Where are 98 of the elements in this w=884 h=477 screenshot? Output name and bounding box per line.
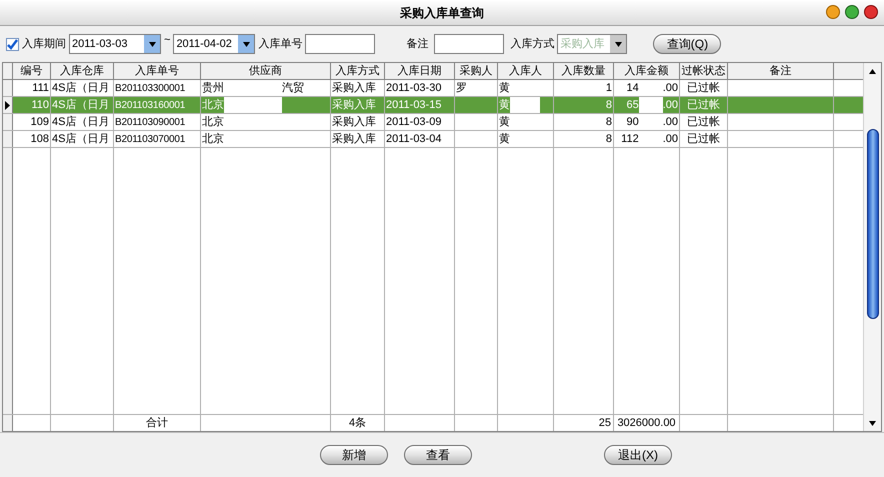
table-cell-text: .00 xyxy=(662,114,678,130)
table-cell-text: .00 xyxy=(662,132,678,147)
table-cell-text: 黄 xyxy=(499,114,510,130)
action-button[interactable]: 查询(Q) xyxy=(653,34,722,54)
table-cell-text: 109 xyxy=(30,114,49,130)
table-cell-text: 110 xyxy=(31,98,49,113)
table-row[interactable]: 108 4S店（日月 B201103070001 北京 采购入库 2011-03-04 黄 8 112 .00 已过帐 xyxy=(3,131,863,148)
remark-field[interactable] xyxy=(434,34,504,54)
minimize-button[interactable] xyxy=(826,5,840,19)
table-cell-text: 黄 xyxy=(499,132,510,147)
table-cell-text: B201103090001 xyxy=(115,116,186,130)
table-cell-text: 采购入库 xyxy=(332,132,376,147)
table-cell-text: 4S店（日月 xyxy=(52,98,110,113)
table-cell-text: .00 xyxy=(662,80,678,96)
vertical-scrollbar[interactable] xyxy=(863,63,881,431)
table-cell-text: B201103160001 xyxy=(115,98,186,112)
total-cell: 25 xyxy=(554,415,614,431)
table-cell-text: 2011-03-30 xyxy=(386,80,442,96)
table-cell-text: 65 xyxy=(626,98,639,113)
column-header[interactable]: 入库方式 xyxy=(331,63,385,79)
table-cell-text: B201103070001 xyxy=(115,132,186,146)
dropdown-arrow-icon[interactable] xyxy=(242,42,250,46)
table-cell-text: B201103300001 xyxy=(115,82,186,96)
total-cell: 3026000.00 xyxy=(614,415,680,431)
table-cell-text: 8 xyxy=(606,98,612,113)
table-cell-text: 108 xyxy=(30,132,49,147)
date-text: 2011-03-03 xyxy=(71,36,128,52)
table-cell-text: 14 xyxy=(626,80,639,96)
table-cell-text: 已过帐 xyxy=(687,114,720,130)
period-label: 入库期间 xyxy=(22,36,66,52)
table-cell-text: 2011-03-15 xyxy=(386,98,442,113)
row-pointer-icon xyxy=(5,100,10,110)
date-to-field[interactable]: 2011-04-02 xyxy=(173,34,256,54)
action-button[interactable]: 新增 xyxy=(320,445,388,465)
table-cell-text: 4S店（日月 xyxy=(52,80,110,96)
dropdown-button[interactable] xyxy=(144,35,160,53)
order-no-label: 入库单号 xyxy=(258,36,302,52)
maximize-button[interactable] xyxy=(845,5,859,19)
table-cell-text: 采购入库 xyxy=(332,114,376,130)
column-header[interactable]: 入库单号 xyxy=(114,63,201,79)
column-header[interactable]: 编号 xyxy=(13,63,51,79)
table-cell-text: 2011-03-09 xyxy=(386,114,442,130)
order-no-field[interactable] xyxy=(305,34,376,54)
table-cell-text: 8 xyxy=(606,132,612,147)
table-cell-text: 罗 xyxy=(456,80,467,96)
date-text: 2011-04-02 xyxy=(175,36,233,52)
remark-label: 备注 xyxy=(406,36,428,52)
action-button[interactable]: 查看 xyxy=(404,445,472,465)
table-cell-text: .00 xyxy=(662,98,678,113)
close-button[interactable] xyxy=(864,5,878,19)
table-cell-text: 90 xyxy=(626,114,639,130)
table-cell-text: 黄 xyxy=(499,80,510,96)
column-header[interactable]: 入库仓库 xyxy=(51,63,114,79)
table-cell-text: 111 xyxy=(32,80,49,96)
table-cell-text: 2011-03-04 xyxy=(386,132,442,147)
column-header[interactable]: 入库金额 xyxy=(614,63,680,79)
table-cell-text: 采购入库 xyxy=(332,80,376,96)
column-header[interactable]: 过帐状态 xyxy=(680,63,728,79)
table-cell-text: 8 xyxy=(606,114,612,130)
scroll-up-icon[interactable] xyxy=(869,68,876,74)
table-row[interactable]: 109 4S店（日月 B201103090001 北京 采购入库 2011-03-09 黄 8 90 .00 已过帐 xyxy=(3,114,863,131)
table-cell-text: 4S店（日月 xyxy=(52,114,110,130)
table-cell-text: 112 xyxy=(621,132,639,147)
action-button[interactable]: 退出(X) xyxy=(604,445,672,465)
method-label: 入库方式 xyxy=(510,36,554,52)
table-cell-text: 黄 xyxy=(499,98,510,113)
column-header[interactable]: 供应商 xyxy=(201,63,331,79)
table-cell-text: 已过帐 xyxy=(687,80,720,96)
window-title: 采购入库单查询 xyxy=(400,4,484,22)
table-cell-text: 汽贸 xyxy=(282,80,304,96)
column-header[interactable]: 入库日期 xyxy=(385,63,455,79)
blank-patch xyxy=(224,97,282,113)
scroll-down-icon[interactable] xyxy=(869,420,876,426)
period-checkbox[interactable] xyxy=(6,38,19,50)
table-cell-text: 北京 xyxy=(202,98,224,113)
table-row[interactable]: 111 4S店（日月 B201103300001 贵州 汽贸 采购入库 2011-03-30 罗 黄 1 14 .00 已过帐 xyxy=(3,80,863,97)
table-cell-text: 北京 xyxy=(202,132,224,147)
range-separator: ~ xyxy=(164,33,170,48)
date-from-field[interactable]: 2011-03-03 xyxy=(69,34,161,54)
blank-patch xyxy=(638,97,663,113)
scrollbar-thumb[interactable] xyxy=(866,129,878,319)
blank-patch xyxy=(510,97,540,113)
table-cell-text: 贵州 xyxy=(202,80,224,96)
table-cell-text: 1 xyxy=(606,80,612,96)
table-cell-text: 已过帐 xyxy=(687,132,720,147)
dropdown-arrow-icon[interactable] xyxy=(148,42,156,46)
total-cell: 4条 xyxy=(331,415,385,431)
table-cell-text: 采购入库 xyxy=(332,98,376,113)
column-header[interactable]: 备注 xyxy=(728,63,834,79)
total-cell: 合计 xyxy=(114,415,201,431)
column-header[interactable]: 入库数量 xyxy=(554,63,614,79)
dropdown-button[interactable] xyxy=(238,35,254,53)
column-header[interactable]: 采购人 xyxy=(455,63,498,79)
column-header[interactable]: 入库人 xyxy=(498,63,554,79)
table-cell-text: 4S店（日月 xyxy=(52,132,110,147)
table-cell-text: 已过帐 xyxy=(687,98,720,113)
row-header[interactable] xyxy=(3,97,13,113)
table-cell-text: 北京 xyxy=(202,114,224,130)
